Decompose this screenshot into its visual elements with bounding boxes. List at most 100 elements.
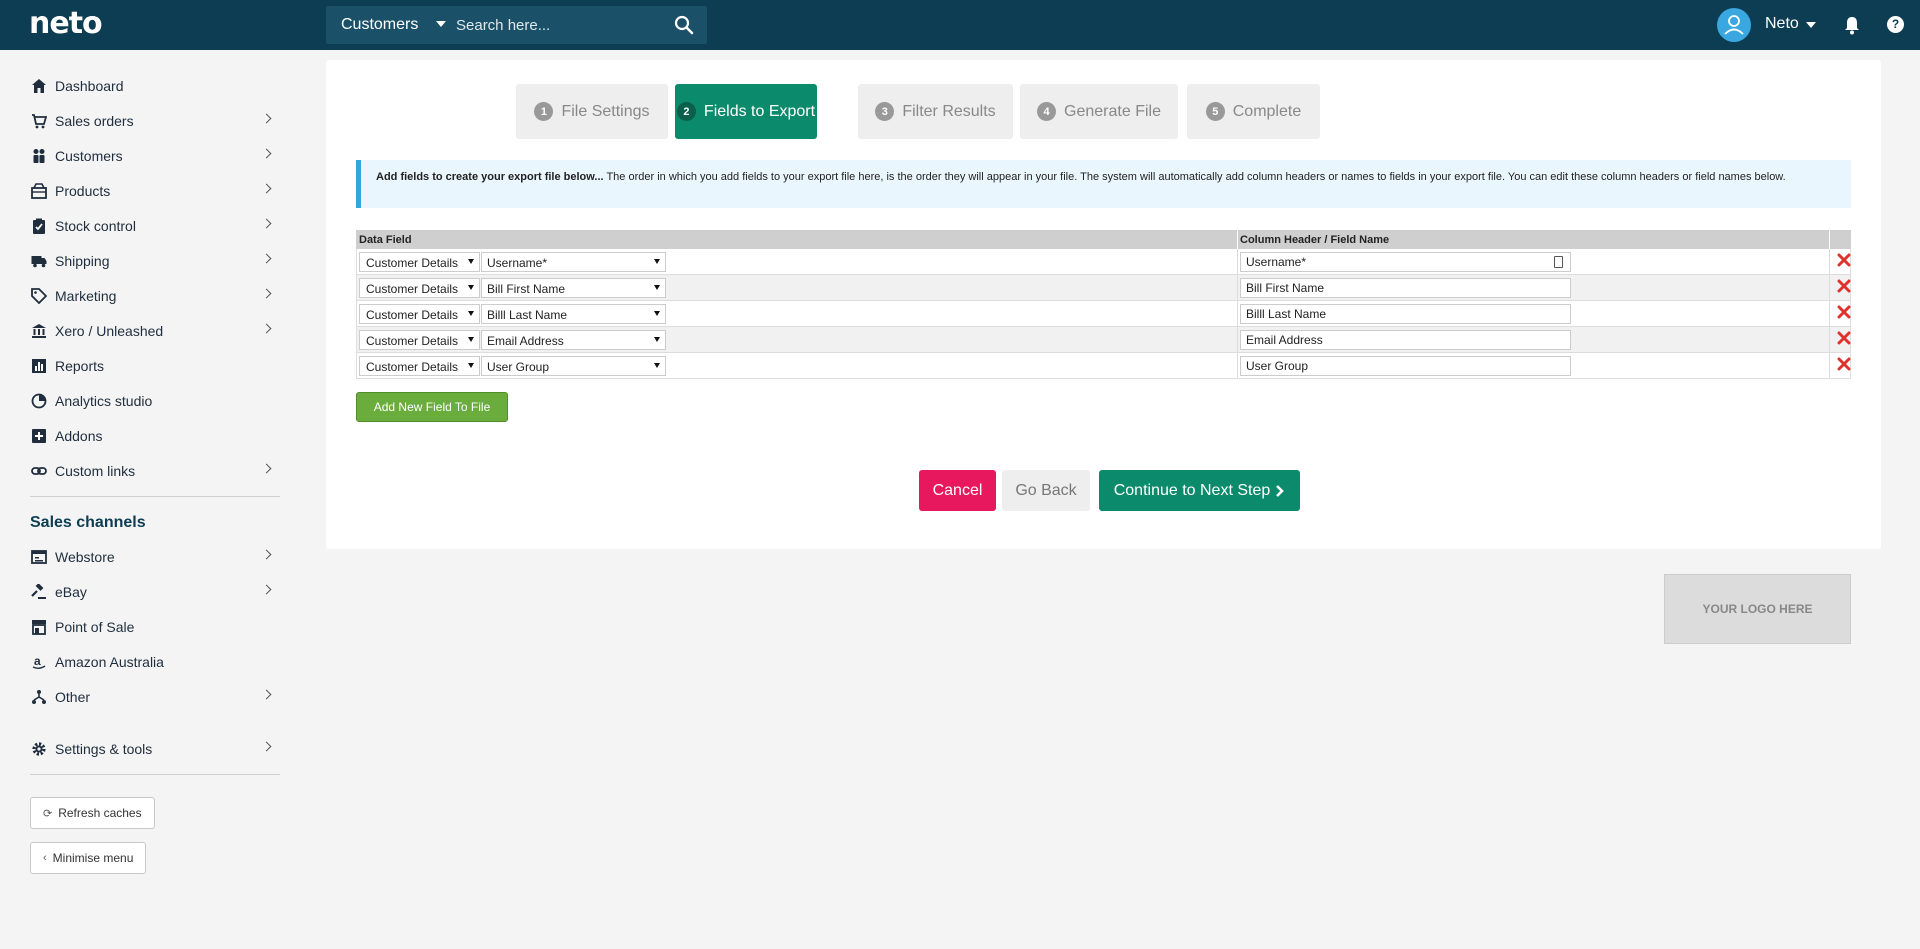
- sidebar-item-ebay[interactable]: eBay: [30, 577, 280, 607]
- remove-icon[interactable]: [1837, 253, 1851, 267]
- sidebar-item-label: Settings & tools: [55, 741, 153, 757]
- step-label: File Settings: [561, 102, 650, 120]
- sidebar-item-webstore[interactable]: Webstore: [30, 542, 280, 572]
- refresh-caches-button[interactable]: ⟳ Refresh caches: [30, 797, 155, 829]
- help-icon[interactable]: ?: [1887, 16, 1904, 33]
- remove-icon[interactable]: [1837, 279, 1851, 293]
- step-complete[interactable]: 5 Complete: [1187, 84, 1320, 139]
- data-field-select[interactable]: User Group: [481, 356, 666, 376]
- search-scope-dropdown[interactable]: Customers: [341, 6, 418, 44]
- caret-down-icon[interactable]: [1806, 22, 1816, 28]
- caret-down-icon: [654, 337, 660, 342]
- sitemap-icon: [30, 689, 47, 706]
- step-number: 4: [1037, 102, 1057, 121]
- field-category-select[interactable]: Customer Details: [359, 330, 480, 350]
- field-category-select[interactable]: Customer Details: [359, 356, 480, 376]
- add-new-field-button[interactable]: Add New Field To File: [356, 392, 508, 422]
- column-header-input[interactable]: [1240, 278, 1571, 298]
- remove-icon[interactable]: [1837, 305, 1851, 319]
- select-value: Customer Details: [366, 256, 459, 270]
- step-fields-to-export[interactable]: 2 Fields to Export: [675, 84, 817, 139]
- step-label: Filter Results: [902, 102, 996, 120]
- divider: [30, 496, 280, 497]
- caret-down-icon: [468, 363, 474, 368]
- sidebar-item-reports[interactable]: Reports: [30, 351, 280, 381]
- chevron-right-icon: [261, 584, 272, 595]
- sidebar-item-other[interactable]: Other: [30, 682, 280, 712]
- sales-channels-heading: Sales channels: [30, 514, 146, 531]
- caret-down-icon: [468, 311, 474, 316]
- cancel-button[interactable]: Cancel: [919, 470, 996, 511]
- plus-square-icon: [30, 428, 47, 445]
- field-category-select[interactable]: Customer Details: [359, 252, 480, 272]
- minimise-menu-button[interactable]: ‹ Minimise menu: [30, 842, 147, 874]
- store-icon: [30, 619, 47, 636]
- data-field-select[interactable]: Email Address: [481, 330, 666, 350]
- sidebar-item-label: Point of Sale: [55, 619, 135, 635]
- sidebar-item-marketing[interactable]: Marketing: [30, 281, 280, 311]
- sidebar-item-customers[interactable]: Customers: [30, 141, 280, 171]
- sidebar-item-settings-tools[interactable]: Settings & tools: [30, 734, 280, 764]
- user-menu[interactable]: Neto: [1765, 15, 1799, 33]
- step-file-settings[interactable]: 1 File Settings: [516, 84, 668, 139]
- box-icon: [30, 183, 47, 200]
- data-field-select[interactable]: Username*: [481, 252, 666, 272]
- remove-icon[interactable]: [1837, 357, 1851, 371]
- field-category-select[interactable]: Customer Details: [359, 304, 480, 324]
- column-header-input[interactable]: [1240, 330, 1571, 350]
- bell-icon[interactable]: [1843, 15, 1861, 35]
- sidebar-item-label: Reports: [55, 358, 105, 374]
- select-value: Email Address: [487, 334, 564, 348]
- continue-next-step-button[interactable]: Continue to Next Step: [1099, 470, 1300, 511]
- caret-down-icon[interactable]: [436, 21, 446, 27]
- sidebar-item-addons[interactable]: Addons: [30, 421, 280, 451]
- sidebar-item-shipping[interactable]: Shipping: [30, 246, 280, 276]
- select-value: Customer Details: [366, 360, 459, 374]
- column-header-input[interactable]: [1240, 252, 1571, 272]
- select-value: Bill First Name: [487, 282, 566, 296]
- column-header-input[interactable]: [1240, 304, 1571, 324]
- data-field-select[interactable]: Billl Last Name: [481, 304, 666, 324]
- sidebar-item-label: Customers: [55, 148, 123, 164]
- sidebar-item-label: Other: [55, 689, 91, 705]
- caret-down-icon: [654, 363, 660, 368]
- minimise-menu-label: Minimise menu: [52, 851, 134, 865]
- select-value: Customer Details: [366, 282, 459, 296]
- sidebar-item-custom-links[interactable]: Custom links: [30, 456, 280, 486]
- search-input[interactable]: [446, 6, 656, 44]
- divider: [1829, 249, 1830, 274]
- info-alert: Add fields to create your export file be…: [356, 160, 1851, 208]
- sidebar-item-xero-unleashed[interactable]: Xero / Unleashed: [30, 316, 280, 346]
- search-icon[interactable]: [674, 15, 694, 35]
- data-field-select[interactable]: Bill First Name: [481, 278, 666, 298]
- sidebar-item-label: Webstore: [55, 549, 115, 565]
- sidebar-item-stock-control[interactable]: Stock control: [30, 211, 280, 241]
- field-category-select[interactable]: Customer Details: [359, 278, 480, 298]
- neto-logo[interactable]: neto: [29, 6, 103, 41]
- chevron-left-icon: ‹: [43, 852, 47, 864]
- table-row: Customer Details Email Address: [356, 327, 1851, 353]
- svg-text:a: a: [34, 654, 41, 668]
- step-filter-results[interactable]: 3 Filter Results: [858, 84, 1013, 139]
- continue-label: Continue to Next Step: [1113, 481, 1271, 499]
- step-number: 1: [534, 102, 554, 121]
- amazon-icon: a: [30, 654, 47, 671]
- sidebar-item-point-of-sale[interactable]: Point of Sale: [30, 612, 280, 642]
- sidebar-item-analytics-studio[interactable]: Analytics studio: [30, 386, 280, 416]
- step-generate-file[interactable]: 4 Generate File: [1020, 84, 1178, 139]
- sidebar-item-sales-orders[interactable]: Sales orders: [30, 106, 280, 136]
- column-header-input[interactable]: [1240, 356, 1571, 376]
- bank-icon: [30, 323, 47, 340]
- info-alert-text: The order in which you add fields to you…: [603, 171, 1786, 183]
- step-number: 5: [1205, 102, 1225, 121]
- cart-icon: [30, 113, 47, 130]
- sidebar-item-amazon-australia[interactable]: a Amazon Australia: [30, 647, 280, 677]
- sidebar-item-dashboard[interactable]: Dashboard: [30, 71, 280, 101]
- sidebar-item-products[interactable]: Products: [30, 176, 280, 206]
- go-back-button[interactable]: Go Back: [1002, 470, 1090, 511]
- caret-down-icon: [654, 285, 660, 290]
- user-avatar[interactable]: [1717, 8, 1751, 42]
- global-search: Customers: [326, 6, 707, 44]
- remove-icon[interactable]: [1837, 331, 1851, 345]
- table-row: Customer Details Billl Last Name: [356, 301, 1851, 327]
